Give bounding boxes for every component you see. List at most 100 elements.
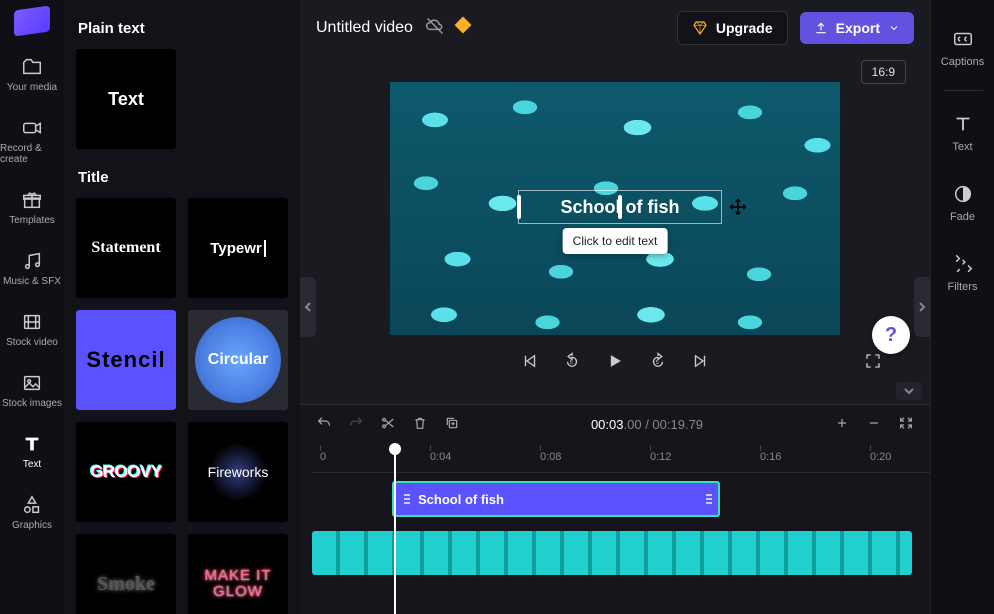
forward-5-button[interactable]: 5: [649, 352, 667, 375]
upload-icon: [814, 21, 828, 35]
ruler-tick: 0:12: [650, 451, 671, 463]
divider: [943, 90, 983, 91]
nav-stock-video[interactable]: Stock video: [0, 301, 64, 358]
ruler-tick: 0:16: [760, 451, 781, 463]
ruler-tick: 0:08: [540, 451, 561, 463]
ruler-tick: 0:20: [870, 451, 891, 463]
rpanel-filters[interactable]: Filters: [931, 241, 994, 305]
timeline-toolbar: 00:03.00 / 00:19.79: [300, 405, 930, 445]
center-pane: Untitled video Upgrade Export 16:9 Schoo: [300, 0, 930, 614]
aspect-ratio-button[interactable]: 16:9: [861, 60, 906, 84]
skip-end-button[interactable]: [691, 352, 709, 375]
ruler-tick: 0: [320, 451, 326, 463]
split-button[interactable]: [380, 415, 396, 436]
nav-text[interactable]: Text: [0, 423, 64, 480]
redo-button[interactable]: [348, 415, 364, 436]
collapse-library-button[interactable]: [300, 277, 316, 337]
nav-label: Record & create: [0, 143, 64, 165]
gift-icon: [21, 189, 43, 211]
rpanel-captions[interactable]: Captions: [931, 16, 994, 80]
edit-text-tooltip: Click to edit text: [563, 228, 668, 254]
fullscreen-button[interactable]: [864, 352, 882, 375]
video-clip[interactable]: [312, 531, 912, 575]
image-icon: [21, 372, 43, 394]
nav-templates[interactable]: Templates: [0, 179, 64, 236]
text-clip[interactable]: School of fish: [392, 481, 720, 517]
export-button[interactable]: Export: [800, 12, 914, 44]
clip-handle-left[interactable]: [404, 494, 410, 504]
duplicate-button[interactable]: [444, 415, 460, 436]
thumb-typewriter[interactable]: Typewr: [188, 198, 288, 298]
thumb-fireworks[interactable]: Fireworks: [188, 422, 288, 522]
thumb-make-it-glow[interactable]: MAKE IT GLOW: [188, 534, 288, 614]
nav-label: Templates: [9, 215, 55, 226]
resize-handle-left[interactable]: [517, 195, 521, 219]
fade-icon: [952, 183, 974, 205]
text-icon: [952, 113, 974, 135]
thumb-plain-text[interactable]: Text: [76, 49, 176, 149]
clip-label: School of fish: [418, 492, 504, 507]
thumb-stencil[interactable]: Stencil: [76, 310, 176, 410]
nav-label: Stock video: [6, 337, 58, 348]
section-plain-text-title: Plain text: [78, 20, 286, 37]
thumb-circular[interactable]: Circular: [188, 310, 288, 410]
film-icon: [21, 311, 43, 333]
camera-icon: [21, 117, 43, 139]
delete-button[interactable]: [412, 415, 428, 436]
nav-graphics[interactable]: Graphics: [0, 484, 64, 541]
premium-diamond-icon: [454, 17, 471, 34]
resize-handle-right[interactable]: [618, 195, 622, 219]
svg-text:5: 5: [656, 360, 659, 366]
video-track: [312, 531, 918, 571]
nav-label: Music & SFX: [3, 276, 61, 287]
nav-music-sfx[interactable]: Music & SFX: [0, 240, 64, 297]
cloud-sync-off-icon[interactable]: [425, 16, 445, 41]
music-icon: [21, 250, 43, 272]
playhead[interactable]: [394, 445, 396, 614]
ruler-tick: 0:04: [430, 451, 451, 463]
project-title[interactable]: Untitled video: [316, 19, 413, 37]
top-bar: Untitled video Upgrade Export: [300, 0, 930, 56]
collapse-preview-button[interactable]: [896, 382, 922, 400]
nav-label: Text: [23, 459, 41, 470]
thumb-groovy[interactable]: GROOVY: [76, 422, 176, 522]
undo-button[interactable]: [316, 415, 332, 436]
nav-record-create[interactable]: Record & create: [0, 107, 64, 175]
nav-your-media[interactable]: Your media: [0, 46, 64, 103]
shapes-icon: [21, 494, 43, 516]
text-overlay-selection[interactable]: School of fish: [518, 190, 722, 224]
text-track: School of fish: [312, 481, 918, 521]
rpanel-fade[interactable]: Fade: [931, 171, 994, 235]
thumb-smoke[interactable]: Smoke: [76, 534, 176, 614]
video-canvas[interactable]: School of fish Click to edit text: [390, 82, 840, 335]
right-panel: Captions Text Fade Filters: [930, 0, 994, 614]
nav-stock-images[interactable]: Stock images: [0, 362, 64, 419]
thumb-statement[interactable]: Statement: [76, 198, 176, 298]
filters-icon: [952, 253, 974, 275]
upgrade-button[interactable]: Upgrade: [677, 11, 788, 45]
nav-label: Graphics: [12, 520, 52, 531]
svg-text:5: 5: [570, 360, 573, 366]
timeline: 00:03.00 / 00:19.79 0 0:04 0:08 0:12 0:1…: [300, 404, 930, 614]
nav-label: Stock images: [2, 398, 62, 409]
zoom-in-button[interactable]: [834, 415, 850, 436]
library-panel: Plain text Text Title Statement Typewr S…: [64, 0, 300, 614]
play-button[interactable]: [605, 351, 625, 376]
rpanel-text[interactable]: Text: [931, 101, 994, 165]
zoom-out-button[interactable]: [866, 415, 882, 436]
text-icon: [21, 433, 43, 455]
chevron-down-icon: [888, 22, 900, 34]
clip-handle-right[interactable]: [706, 494, 712, 504]
rewind-5-button[interactable]: 5: [563, 352, 581, 375]
canvas-area: 16:9 School of fish Click to edit text 5…: [300, 56, 930, 404]
collapse-properties-button[interactable]: [914, 277, 930, 337]
help-button[interactable]: ?: [872, 316, 910, 354]
move-handle[interactable]: [727, 196, 749, 218]
playback-controls: 5 5: [324, 335, 906, 386]
cc-icon: [952, 28, 974, 50]
skip-start-button[interactable]: [521, 352, 539, 375]
app-logo: [14, 5, 50, 36]
timeline-ruler[interactable]: 0 0:04 0:08 0:12 0:16 0:20: [312, 445, 930, 473]
left-nav: Your media Record & create Templates Mus…: [0, 0, 64, 614]
fit-timeline-button[interactable]: [898, 415, 914, 436]
